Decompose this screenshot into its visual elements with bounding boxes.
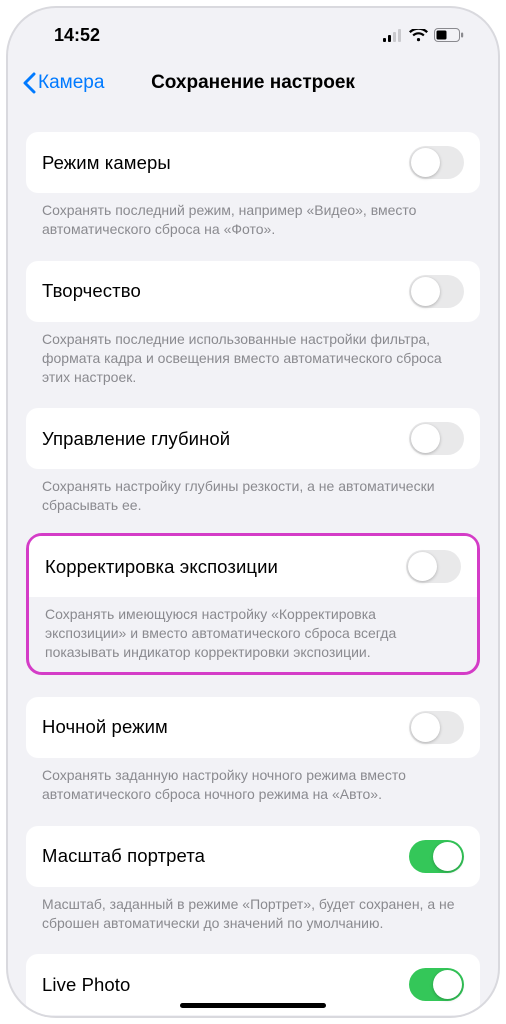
back-button[interactable]: Камера: [22, 72, 104, 94]
back-label: Камера: [38, 72, 104, 94]
device-frame: 14:52 Камера Сохранение настроек Режим к…: [8, 8, 498, 1016]
settings-list[interactable]: Режим камеры Сохранять последний режим, н…: [8, 110, 498, 1016]
setting-title: Режим камеры: [42, 152, 171, 174]
setting-group-creative: Творчество Сохранять последние использова…: [26, 261, 480, 387]
toggle-knob: [411, 424, 440, 453]
setting-title: Live Photo: [42, 974, 130, 996]
setting-footer: Сохранять имеющуюся настройку для Live P…: [26, 1015, 480, 1016]
chevron-left-icon: [22, 72, 36, 94]
setting-footer: Сохранять имеющуюся настройку «Корректир…: [29, 597, 477, 666]
setting-footer: Сохранять последние использованные настр…: [26, 322, 480, 387]
status-time: 14:52: [54, 25, 100, 46]
setting-row-camera-mode: Режим камеры: [26, 132, 480, 193]
setting-footer: Сохранять заданную настройку ночного реж…: [26, 758, 480, 804]
setting-footer: Сохранять настройку глубины резкости, а …: [26, 469, 480, 515]
setting-group-camera-mode: Режим камеры Сохранять последний режим, н…: [26, 132, 480, 239]
toggle-depth-control[interactable]: [409, 422, 464, 455]
status-bar: 14:52: [8, 8, 498, 62]
setting-group-portrait-zoom: Масштаб портрета Масштаб, заданный в режи…: [26, 826, 480, 933]
status-icons: [383, 28, 464, 42]
setting-row-creative: Творчество: [26, 261, 480, 322]
setting-title: Творчество: [42, 280, 141, 302]
toggle-knob: [408, 552, 437, 581]
cellular-icon: [383, 29, 403, 42]
setting-title: Управление глубиной: [42, 428, 230, 450]
home-indicator: [180, 1003, 326, 1008]
wifi-icon: [409, 29, 428, 42]
toggle-portrait-zoom[interactable]: [409, 840, 464, 873]
setting-row-portrait-zoom: Масштаб портрета: [26, 826, 480, 887]
setting-group-depth-control: Управление глубиной Сохранять настройку г…: [26, 408, 480, 515]
setting-row-depth-control: Управление глубиной: [26, 408, 480, 469]
toggle-exposure-adjust[interactable]: [406, 550, 461, 583]
setting-title: Корректировка экспозиции: [45, 556, 278, 578]
setting-title: Масштаб портрета: [42, 845, 205, 867]
setting-title: Ночной режим: [42, 716, 168, 738]
toggle-night-mode[interactable]: [409, 711, 464, 744]
toggle-knob: [433, 842, 462, 871]
toggle-knob: [411, 277, 440, 306]
toggle-live-photo[interactable]: [409, 968, 464, 1001]
toggle-knob: [433, 970, 462, 999]
setting-row-night-mode: Ночной режим: [26, 697, 480, 758]
setting-group-night-mode: Ночной режим Сохранять заданную настройку…: [26, 697, 480, 804]
toggle-knob: [411, 713, 440, 742]
toggle-camera-mode[interactable]: [409, 146, 464, 179]
setting-footer: Масштаб, заданный в режиме «Портрет», бу…: [26, 887, 480, 933]
toggle-knob: [411, 148, 440, 177]
setting-row-exposure-adjust: Корректировка экспозиции: [29, 536, 477, 597]
toggle-creative[interactable]: [409, 275, 464, 308]
nav-header: Камера Сохранение настроек: [8, 62, 498, 110]
setting-group-exposure-adjust: Корректировка экспозиции Сохранять имеющу…: [26, 533, 480, 675]
setting-footer: Сохранять последний режим, например «Вид…: [26, 193, 480, 239]
battery-icon: [434, 28, 464, 42]
